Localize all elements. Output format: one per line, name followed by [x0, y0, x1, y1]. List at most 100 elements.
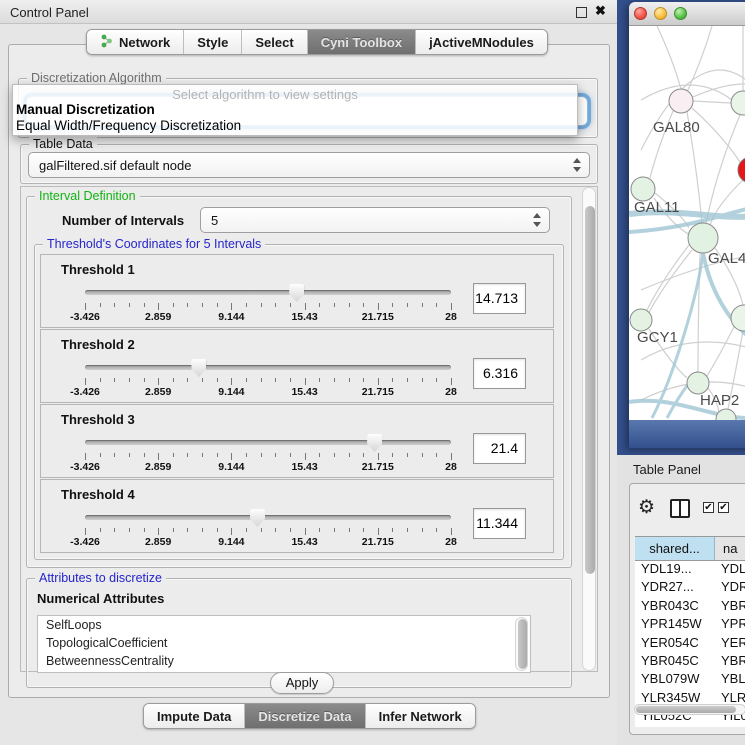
tab-infer-network[interactable]: Infer Network	[366, 704, 475, 728]
close-icon[interactable]: ✖	[595, 3, 606, 19]
network-window[interactable]: GAL80GACGAL11GAL4GCY1HHAP2	[629, 2, 745, 448]
threshold-list: Threshold 1-3.4262.8599.14415.4321.71528…	[40, 254, 554, 554]
table-data-title: Table Data	[29, 137, 97, 151]
slider-thumb-icon[interactable]	[191, 359, 206, 377]
table-cell[interactable]: YDL19...	[635, 561, 715, 579]
slider-ticks	[85, 453, 451, 461]
slider-track[interactable]	[85, 290, 451, 295]
threshold-slider[interactable]	[85, 283, 451, 305]
table-horizontal-scrollbar[interactable]	[634, 704, 745, 715]
threshold-slider[interactable]	[85, 508, 451, 530]
tick-label: 2.859	[145, 386, 171, 398]
slider-thumb-icon[interactable]	[367, 434, 382, 452]
column-header[interactable]: shared...	[635, 537, 715, 560]
network-node-ga[interactable]	[731, 91, 745, 115]
attribute-list-item[interactable]: BetweennessCentrality	[38, 652, 530, 670]
slider-thumb-icon[interactable]	[289, 284, 304, 302]
dropdown-option-equal-width[interactable]: Equal Width/Frequency Discretization	[16, 118, 241, 133]
table-cell[interactable]: YER054C	[635, 635, 715, 653]
network-node-gcy1[interactable]	[630, 309, 652, 331]
table-cell[interactable]: YPR145W	[635, 616, 715, 634]
tab-label: Select	[255, 35, 293, 50]
threshold-value-field[interactable]: 6.316	[473, 358, 526, 389]
table-row[interactable]: YBR043CYBR0	[635, 598, 745, 616]
table-cell[interactable]: YBL0	[715, 671, 745, 689]
zoom-traffic-light-icon[interactable]	[674, 7, 687, 20]
threshold-value-field[interactable]: 21.4	[473, 433, 526, 464]
threshold-label: Threshold 3	[61, 412, 135, 427]
main-scrollbar[interactable]	[582, 187, 596, 671]
tick-label: 9.144	[218, 386, 244, 398]
table-row[interactable]: YDR27...YDR2	[635, 579, 745, 597]
tab-impute-data[interactable]: Impute Data	[144, 704, 245, 728]
network-window-titlebar[interactable]	[629, 2, 745, 26]
tab-select[interactable]: Select	[242, 30, 307, 54]
node-label: GCY1	[637, 329, 678, 346]
table-cell[interactable]: YBR043C	[635, 598, 715, 616]
checkbox-icon[interactable]: ✔	[703, 502, 714, 513]
table-cell[interactable]: YBL079W	[635, 671, 715, 689]
tick-label: 15.43	[291, 461, 317, 473]
tab-jactivemnodules[interactable]: jActiveMNodules	[416, 30, 547, 54]
threshold-value-field[interactable]: 11.344	[473, 508, 526, 539]
table-row[interactable]: YBL079WYBL0	[635, 671, 745, 689]
table-cell[interactable]: YER0	[715, 635, 745, 653]
threshold-slider[interactable]	[85, 358, 451, 380]
tab-network[interactable]: Network	[87, 30, 184, 54]
table-cell[interactable]: YBR0	[715, 653, 745, 671]
slider-track[interactable]	[85, 515, 451, 520]
tick-label: 28	[445, 311, 457, 323]
interval-definition-title: Interval Definition	[35, 189, 140, 203]
table-panel-toolbar: ⚙ ✔ ✔	[630, 484, 745, 534]
table-header-row: shared...na	[635, 536, 745, 561]
table-cell[interactable]: YPR1	[715, 616, 745, 634]
tick-label: 21.715	[362, 461, 394, 473]
table-cell[interactable]: YDL1	[715, 561, 745, 579]
attribute-list-item[interactable]: SelfLoops	[38, 616, 530, 634]
network-window-frame	[629, 420, 745, 448]
tab-style[interactable]: Style	[184, 30, 242, 54]
table-row[interactable]: YBR045CYBR0	[635, 653, 745, 671]
table-cell[interactable]: YBR0	[715, 598, 745, 616]
dropdown-hint: Select algorithm to view settings	[73, 87, 457, 102]
dropdown-option-manual[interactable]: Manual Discretization	[16, 102, 155, 117]
tab-cyni-toolbox[interactable]: Cyni Toolbox	[308, 30, 416, 54]
close-traffic-light-icon[interactable]	[634, 7, 647, 20]
threshold-slider[interactable]	[85, 433, 451, 455]
num-intervals-combobox[interactable]: 5	[200, 207, 550, 233]
split-columns-icon[interactable]	[670, 499, 690, 518]
tick-label: -3.426	[70, 461, 100, 473]
slider-track[interactable]	[85, 365, 451, 370]
tab-discretize-data[interactable]: Discretize Data	[245, 704, 365, 728]
network-node-gal11[interactable]	[631, 177, 655, 201]
network-node-hap2[interactable]	[687, 372, 709, 394]
tab-label: Cyni Toolbox	[321, 35, 402, 50]
slider-track[interactable]	[85, 440, 451, 445]
table-data-combobox[interactable]: galFiltered.sif default node	[28, 152, 590, 178]
network-node-gal4[interactable]	[688, 223, 718, 253]
table-data-value: galFiltered.sif default node	[39, 158, 191, 173]
table-cell[interactable]: YDR27...	[635, 579, 715, 597]
apply-button[interactable]: Apply	[270, 672, 334, 694]
numerical-attributes-list[interactable]: SelfLoopsTopologicalCoefficientBetweenne…	[37, 615, 531, 673]
attributes-scrollbar[interactable]	[515, 617, 528, 671]
gear-icon[interactable]: ⚙	[638, 496, 655, 519]
network-canvas[interactable]: GAL80GACGAL11GAL4GCY1HHAP2	[629, 26, 745, 420]
table-cell[interactable]: YDR2	[715, 579, 745, 597]
threshold-row: Threshold 4-3.4262.8599.14415.4321.71528…	[40, 479, 554, 553]
tick-label: 9.144	[218, 311, 244, 323]
table-row[interactable]: YDL19...YDL1	[635, 561, 745, 579]
network-icon	[100, 34, 113, 51]
table-cell[interactable]: YBR045C	[635, 653, 715, 671]
network-node-h[interactable]	[731, 305, 745, 331]
minimize-traffic-light-icon[interactable]	[654, 7, 667, 20]
checkbox-icon[interactable]: ✔	[718, 502, 729, 513]
attribute-list-item[interactable]: TopologicalCoefficient	[38, 634, 530, 652]
column-header[interactable]: na	[715, 537, 745, 560]
table-row[interactable]: YER054CYER0	[635, 635, 745, 653]
table-row[interactable]: YPR145WYPR1	[635, 616, 745, 634]
float-window-icon[interactable]	[576, 7, 587, 18]
slider-thumb-icon[interactable]	[250, 509, 265, 527]
network-node-gal80[interactable]	[669, 89, 693, 113]
threshold-value-field[interactable]: 14.713	[473, 283, 526, 314]
